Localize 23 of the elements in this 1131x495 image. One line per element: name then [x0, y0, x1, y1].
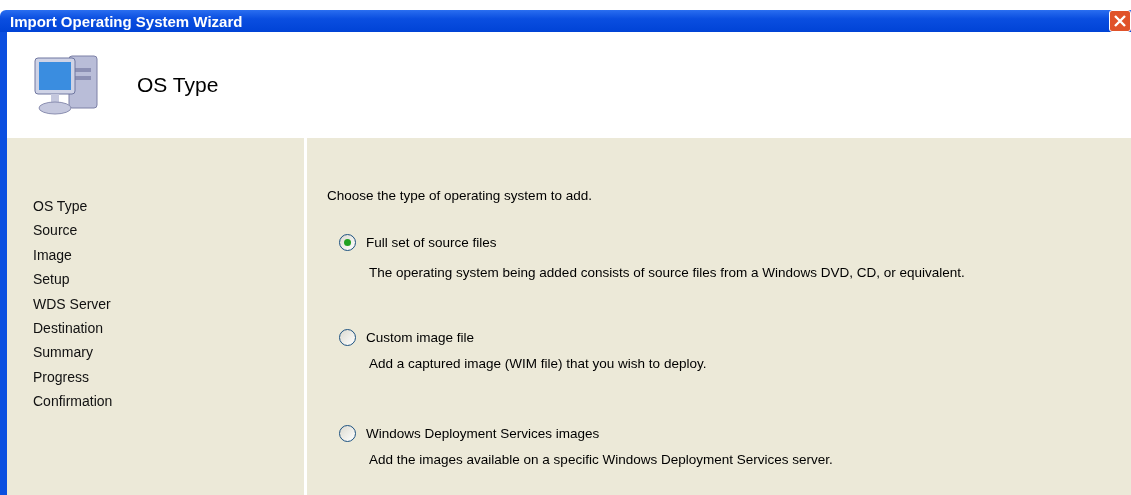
page-title: OS Type [137, 73, 219, 97]
step-label: Source [33, 221, 79, 241]
radio-button[interactable] [339, 234, 356, 251]
radio-option[interactable]: Full set of source files [339, 234, 497, 251]
radio-button[interactable] [339, 425, 356, 442]
close-icon [1112, 13, 1128, 29]
window-title: Import Operating System Wizard [10, 12, 243, 30]
close-button[interactable] [1109, 10, 1131, 32]
step-label: Summary [33, 343, 94, 363]
prompt-text: Choose the type of operating system to add. [327, 188, 593, 203]
step-label: Confirmation [33, 392, 114, 412]
option-description: Add the images available on a specific Windows Deployment Services server. [369, 452, 834, 467]
step-label: OS Type [33, 197, 89, 216]
option-description: The operating system being added consists of source files from a Windows DVD, CD, or equivalent. [369, 265, 966, 280]
radio-option[interactable]: Windows Deployment Services images [339, 425, 600, 442]
step-label: Progress [33, 367, 91, 387]
option-description: Add a captured image (WIM file) that you wish to deploy. [369, 356, 708, 371]
radio-option[interactable]: Custom image file [339, 329, 475, 346]
step-label: Image [33, 245, 73, 265]
step-label: WDS Server [33, 294, 112, 314]
step-label: Setup [33, 270, 71, 290]
step-label: Destination [33, 319, 105, 339]
radio-button[interactable] [339, 329, 356, 346]
